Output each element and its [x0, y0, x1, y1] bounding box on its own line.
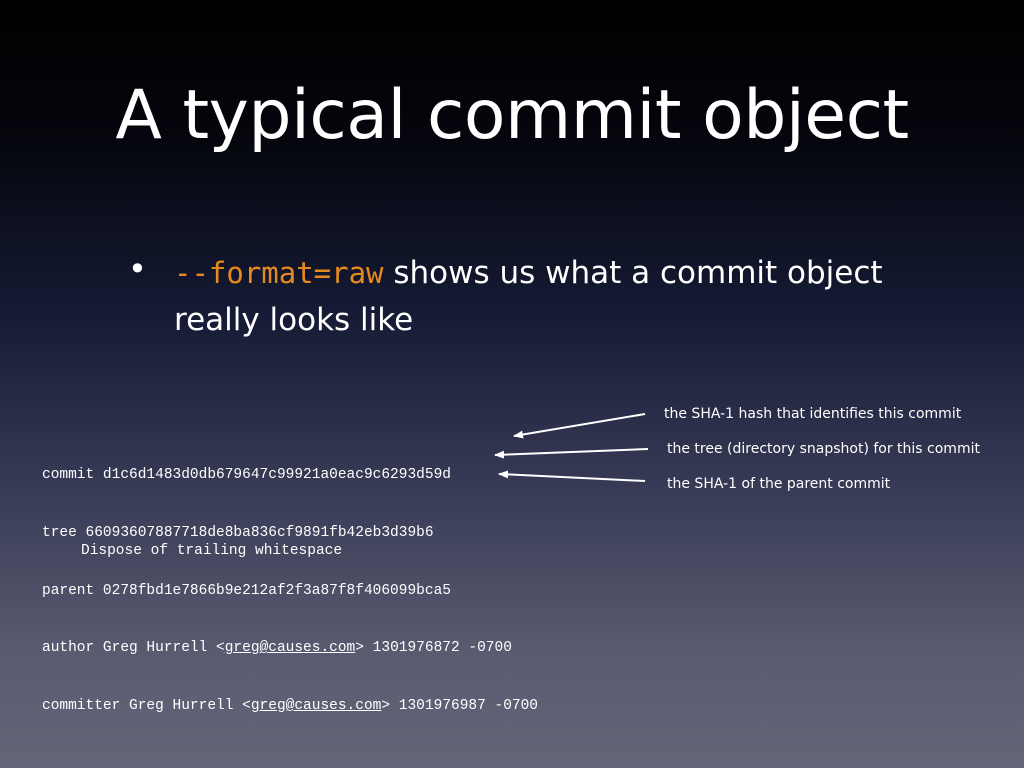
annotation-parent: the SHA-1 of the parent commit — [667, 476, 891, 492]
author-suffix: > 1301976872 -0700 — [355, 640, 512, 657]
committer-prefix: committer Greg Hurrell < — [42, 697, 251, 714]
committer-suffix: > 1301976987 -0700 — [381, 697, 539, 714]
bullet-code: --format=raw — [174, 256, 384, 290]
parent-line: parent 0278fbd1e7866b9e212af2f3a87f8f406… — [42, 582, 451, 599]
bullet-point: • — [128, 250, 147, 288]
committer-email-link[interactable]: greg@causes.com — [251, 698, 382, 714]
tree-line: tree 66093607887718de8ba836cf9891fb42eb3… — [42, 525, 434, 541]
bullet-text: --format=raw shows us what a commit obje… — [174, 250, 914, 344]
annotation-sha: the SHA-1 hash that identifies this comm… — [664, 406, 962, 422]
annotation-tree: the tree (directory snapshot) for this c… — [667, 441, 980, 457]
commit-message: Dispose of trailing whitespace — [81, 543, 343, 559]
slide-title: A typical commit object — [115, 76, 909, 155]
author-prefix: author Greg Hurrell < — [42, 640, 225, 657]
author-email-link[interactable]: greg@causes.com — [225, 640, 356, 656]
committer-line: committer Greg Hurrell <greg@causes.com>… — [42, 697, 538, 716]
commit-hash-line: commit d1c6d1483d0db679647c99921a0eac9c6… — [42, 467, 451, 484]
raw-commit-output: commit d1c6d1483d0db679647c99921a0eac9c6… — [42, 428, 538, 735]
author-line: author Greg Hurrell <greg@causes.com> 13… — [42, 639, 538, 658]
